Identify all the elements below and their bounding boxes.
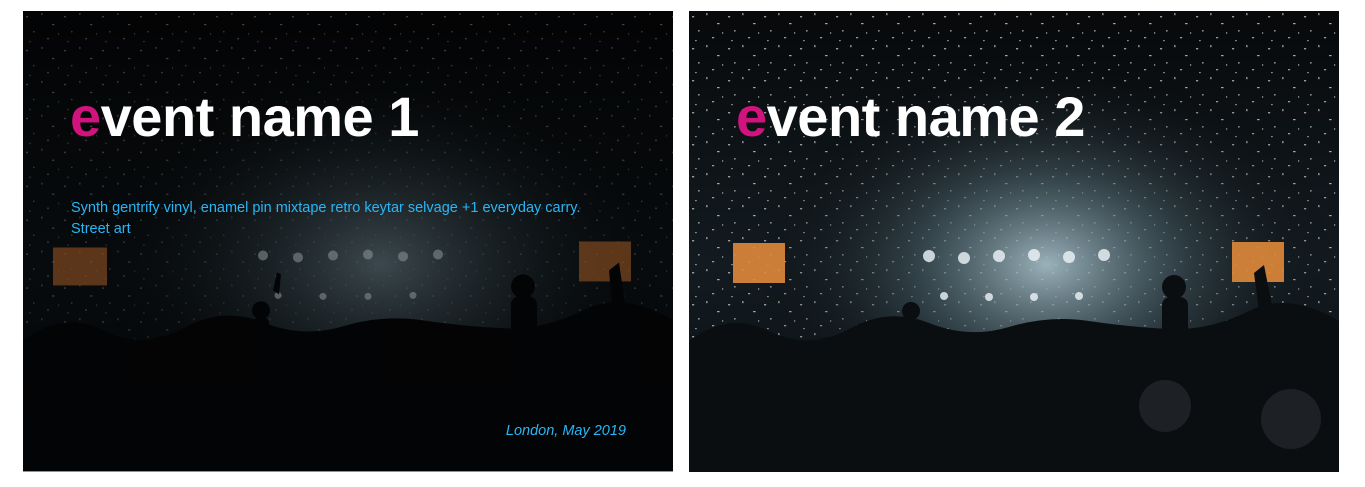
concert-crowd-image [689, 11, 1339, 472]
event-title-rest: vent name 2 [766, 85, 1086, 148]
event-cards: event name 1 Synth gentrify vinyl, ename… [0, 0, 1365, 487]
event-location-date: London, May 2019 [505, 423, 626, 439]
event-card-1[interactable]: event name 1 Synth gentrify vinyl, ename… [23, 11, 673, 472]
concert-crowd-image [23, 11, 673, 471]
event-title-initial: e [736, 85, 767, 148]
event-title: event name 1 [70, 89, 419, 145]
event-description: Synth gentrify vinyl, enamel pin mixtape… [71, 200, 581, 237]
event-title-initial: e [70, 85, 101, 148]
event-title-rest: vent name 1 [100, 85, 420, 148]
event-title: event name 2 [736, 89, 1085, 145]
event-card-2[interactable]: event name 2 [689, 11, 1339, 472]
